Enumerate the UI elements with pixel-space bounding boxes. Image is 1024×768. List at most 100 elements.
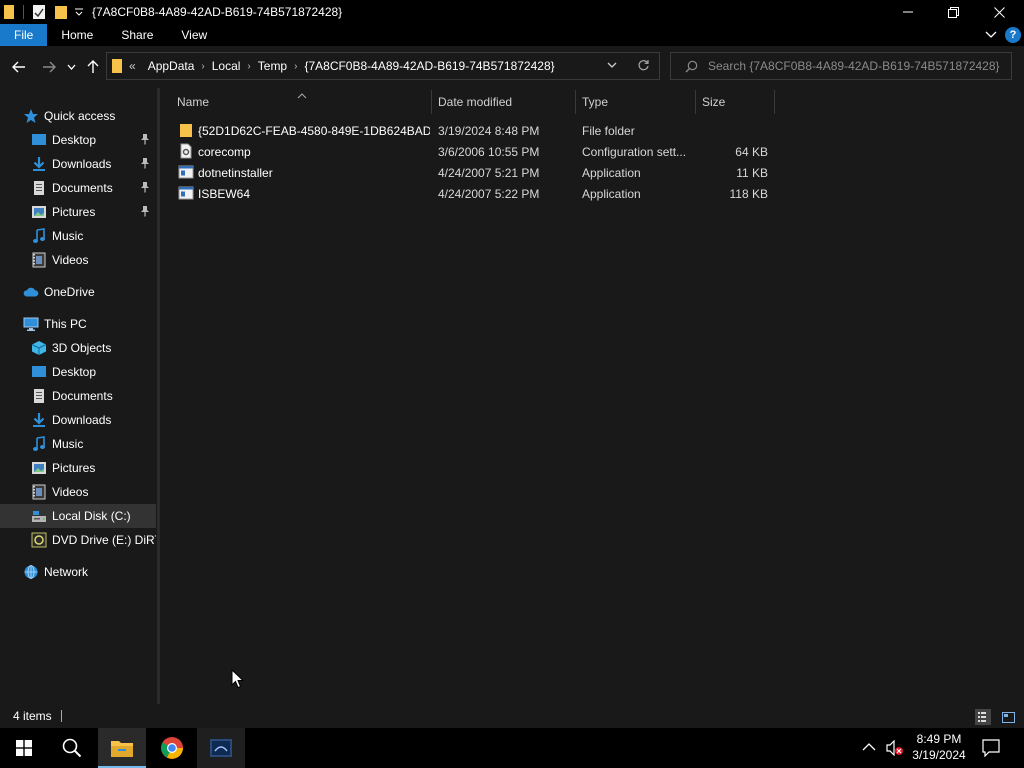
show-hidden-icons-button[interactable] xyxy=(862,742,876,751)
documents-icon xyxy=(31,388,47,404)
breadcrumb-overflow[interactable]: « xyxy=(123,59,142,73)
pictures-icon xyxy=(31,460,47,476)
recent-locations-button[interactable] xyxy=(61,56,81,78)
network-icon xyxy=(23,564,39,580)
nav-item-onedrive[interactable]: OneDrive xyxy=(0,280,156,304)
nav-item-downloads[interactable]: Downloads xyxy=(0,408,156,432)
column-header-type[interactable]: Type xyxy=(582,90,694,114)
nav-item-pictures[interactable]: Pictures xyxy=(0,456,156,480)
restore-button[interactable] xyxy=(930,0,976,24)
taskbar-chrome[interactable] xyxy=(148,728,196,768)
column-header-size[interactable]: Size xyxy=(702,90,772,114)
volume-button[interactable] xyxy=(886,740,904,756)
cloud-icon xyxy=(23,284,39,300)
nav-item-documents[interactable]: Documents xyxy=(0,176,156,200)
expand-ribbon-button[interactable] xyxy=(984,28,998,42)
nav-item-desktop[interactable]: Desktop xyxy=(0,360,156,384)
videos-icon xyxy=(31,484,47,500)
nav-item-local-disk-c[interactable]: Local Disk (C:) xyxy=(0,504,156,528)
forward-button[interactable] xyxy=(38,56,60,78)
file-date-modified: 3/6/2006 10:55 PM xyxy=(438,144,540,159)
help-button[interactable]: ? xyxy=(1005,27,1021,43)
chevron-down-icon xyxy=(607,62,617,68)
nav-item-label: Quick access xyxy=(44,109,116,123)
file-row[interactable]: {52D1D62C-FEAB-4580-849E-1DB624BAD... 3/1… xyxy=(174,120,772,141)
address-history-button[interactable] xyxy=(607,62,617,69)
mouse-cursor-icon xyxy=(231,669,244,689)
search-input[interactable] xyxy=(708,59,1008,73)
tab-home[interactable]: Home xyxy=(47,24,107,46)
nav-item-downloads[interactable]: Downloads xyxy=(0,152,156,176)
nav-item-this-pc[interactable]: This PC xyxy=(0,312,156,336)
nav-item-pictures[interactable]: Pictures xyxy=(0,200,156,224)
tab-file[interactable]: File xyxy=(0,24,48,46)
column-header-date-modified[interactable]: Date modified xyxy=(438,90,574,114)
application-icon xyxy=(178,164,194,180)
nav-item-network[interactable]: Network xyxy=(0,560,156,584)
up-button[interactable] xyxy=(82,56,104,78)
nav-item-documents[interactable]: Documents xyxy=(0,384,156,408)
breadcrumb-current-folder[interactable]: {7A8CF0B8-4A89-42AD-B619-74B571872428} xyxy=(298,59,560,73)
close-button[interactable] xyxy=(976,0,1022,24)
nav-item-3d-objects[interactable]: 3D Objects xyxy=(0,336,156,360)
folder-icon xyxy=(3,0,15,24)
column-divider[interactable] xyxy=(695,90,696,114)
breadcrumb-temp[interactable]: Temp xyxy=(252,59,293,73)
config-file-icon xyxy=(178,143,194,159)
properties-icon[interactable] xyxy=(32,0,46,24)
search-button[interactable] xyxy=(48,728,96,768)
tab-share[interactable]: Share xyxy=(107,24,167,46)
nav-item-music[interactable]: Music xyxy=(0,224,156,248)
search-box[interactable] xyxy=(670,52,1012,80)
nav-item-videos[interactable]: Videos xyxy=(0,480,156,504)
file-type: Application xyxy=(582,186,641,201)
action-center-button[interactable] xyxy=(982,739,1000,757)
column-divider[interactable] xyxy=(575,90,576,114)
new-folder-icon[interactable] xyxy=(54,0,68,24)
refresh-button[interactable] xyxy=(637,59,650,72)
address-row: « AppData › Local › Temp › {7A8CF0B8-4A8… xyxy=(0,46,1024,88)
star-icon xyxy=(23,108,39,124)
column-header-name[interactable]: Name xyxy=(177,90,430,114)
nav-item-label: Network xyxy=(44,565,89,579)
minimize-button[interactable] xyxy=(885,0,931,24)
breadcrumb-local[interactable]: Local xyxy=(206,59,247,73)
nav-item-label: Videos xyxy=(52,485,89,499)
clock-date: 3/19/2024 xyxy=(912,748,966,762)
column-divider[interactable] xyxy=(431,90,432,114)
address-bar[interactable]: « AppData › Local › Temp › {7A8CF0B8-4A8… xyxy=(106,52,660,80)
nav-item-desktop[interactable]: Desktop xyxy=(0,128,156,152)
nav-item-quick-access[interactable]: Quick access xyxy=(0,104,156,128)
item-count: 4 items xyxy=(13,709,52,723)
file-row[interactable]: dotnetinstaller 4/24/2007 5:21 PM Applicat… xyxy=(174,162,772,183)
minimize-icon xyxy=(903,11,913,13)
nav-item-dvd-drive-e-dirt2[interactable]: DVD Drive (E:) DiRT2 xyxy=(0,528,156,552)
nav-item-music[interactable]: Music xyxy=(0,432,156,456)
taskbar: 8:49 PM 3/19/2024 xyxy=(0,728,1024,768)
folder-icon xyxy=(178,122,194,138)
customize-toolbar-icon[interactable] xyxy=(74,0,84,24)
breadcrumb-appdata[interactable]: AppData xyxy=(142,59,201,73)
nav-item-label: Pictures xyxy=(52,461,96,475)
file-type: Application xyxy=(582,165,641,180)
clock[interactable]: 8:49 PM 3/19/2024 xyxy=(908,731,970,763)
file-size: 64 KB xyxy=(735,144,768,159)
large-icons-view-button[interactable] xyxy=(1000,709,1016,725)
downloads-icon xyxy=(31,412,47,428)
taskbar-file-explorer[interactable] xyxy=(98,728,146,768)
file-type: File folder xyxy=(582,123,635,138)
file-row[interactable]: corecomp 3/6/2006 10:55 PM Configuration s… xyxy=(174,141,772,162)
tab-view[interactable]: View xyxy=(167,24,221,46)
taskbar-installer-app[interactable] xyxy=(197,728,245,768)
nav-item-label: Videos xyxy=(52,253,89,267)
nav-item-label: Downloads xyxy=(52,413,112,427)
windows-logo-icon xyxy=(16,740,32,756)
back-button[interactable] xyxy=(8,56,30,78)
nav-item-videos[interactable]: Videos xyxy=(0,248,156,272)
start-button[interactable] xyxy=(0,728,48,768)
column-divider[interactable] xyxy=(774,90,775,114)
nav-item-label: Local Disk (C:) xyxy=(52,509,131,523)
details-view-button[interactable] xyxy=(975,709,991,725)
file-row[interactable]: ISBEW64 4/24/2007 5:22 PM Application 118 K… xyxy=(174,183,772,204)
file-size xyxy=(702,120,768,141)
